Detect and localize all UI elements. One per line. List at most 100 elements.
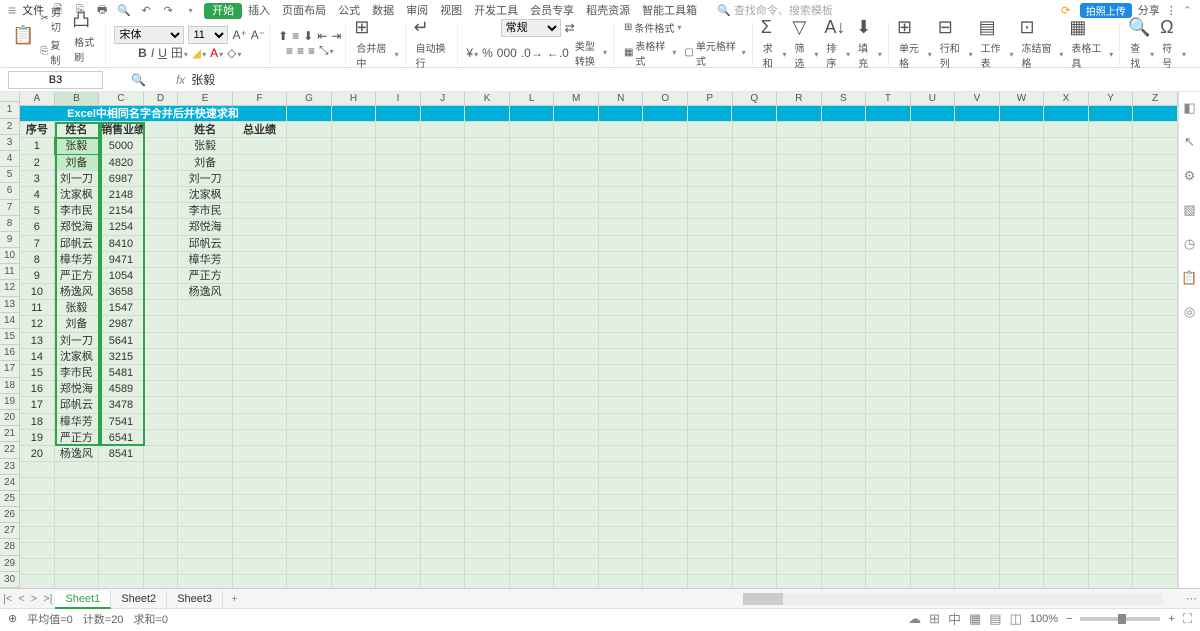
cell[interactable] (376, 478, 421, 494)
cell[interactable] (955, 155, 1000, 171)
cell[interactable] (955, 138, 1000, 154)
cell[interactable] (376, 236, 421, 252)
cell[interactable] (99, 478, 144, 494)
cell[interactable] (554, 365, 599, 381)
cell[interactable] (421, 171, 466, 187)
cell[interactable] (643, 414, 688, 430)
cell[interactable] (822, 284, 867, 300)
cell[interactable] (421, 365, 466, 381)
cell[interactable] (1089, 349, 1134, 365)
cell[interactable] (465, 381, 510, 397)
cell[interactable] (421, 495, 466, 511)
cell[interactable] (777, 236, 822, 252)
cell[interactable] (332, 219, 377, 235)
cell[interactable]: 刘备 (178, 155, 232, 171)
cell[interactable] (955, 446, 1000, 462)
cell[interactable] (554, 252, 599, 268)
cell[interactable] (287, 316, 332, 332)
clock-icon[interactable]: ◷ (1184, 236, 1195, 252)
cell[interactable] (233, 511, 287, 527)
cell[interactable] (421, 381, 466, 397)
cell[interactable] (911, 381, 956, 397)
cell[interactable] (688, 462, 733, 478)
cell[interactable] (599, 397, 644, 413)
cell[interactable] (1000, 106, 1045, 122)
tools-icon[interactable]: ▦ (1069, 17, 1115, 38)
cell[interactable] (421, 106, 466, 122)
cell[interactable] (955, 559, 1000, 575)
cell[interactable] (599, 300, 644, 316)
row-header[interactable]: 11 (0, 264, 19, 280)
align-mid-icon[interactable]: ≡ (292, 29, 299, 43)
row-header[interactable]: 6 (0, 183, 19, 199)
cell[interactable] (233, 495, 287, 511)
cell[interactable] (777, 122, 822, 138)
cell[interactable] (376, 365, 421, 381)
row-header[interactable]: 7 (0, 200, 19, 216)
cell[interactable] (144, 381, 179, 397)
cell[interactable] (1133, 316, 1178, 332)
cell[interactable] (144, 478, 179, 494)
cell[interactable] (510, 349, 555, 365)
menu-tab-8[interactable]: 会员专享 (524, 3, 580, 19)
cell[interactable]: 2154 (99, 203, 144, 219)
cell[interactable] (643, 219, 688, 235)
cell[interactable] (287, 138, 332, 154)
cell[interactable] (1044, 187, 1089, 203)
cell[interactable] (376, 381, 421, 397)
cell[interactable] (421, 252, 466, 268)
cell[interactable] (465, 106, 510, 122)
cell[interactable] (866, 187, 911, 203)
cell[interactable] (911, 511, 956, 527)
cell[interactable] (777, 284, 822, 300)
cell[interactable] (688, 171, 733, 187)
cell[interactable]: Excel中相同名字合并后并快速求和 (20, 106, 287, 122)
cell[interactable] (688, 203, 733, 219)
cell[interactable] (1133, 495, 1178, 511)
cell[interactable] (376, 527, 421, 543)
cell[interactable] (510, 219, 555, 235)
col-header[interactable]: Q (733, 92, 778, 106)
col-header[interactable]: T (866, 92, 911, 106)
row-header[interactable]: 30 (0, 572, 19, 588)
cell[interactable] (510, 300, 555, 316)
cell[interactable] (465, 365, 510, 381)
cell[interactable] (287, 219, 332, 235)
row-header[interactable]: 18 (0, 378, 19, 394)
cell[interactable] (822, 187, 867, 203)
cell[interactable] (733, 138, 778, 154)
wrap-icon[interactable]: ↵ (414, 17, 454, 38)
cell[interactable] (144, 138, 179, 154)
cell[interactable] (178, 511, 232, 527)
cell[interactable] (287, 203, 332, 219)
cell[interactable] (554, 284, 599, 300)
cell[interactable] (866, 171, 911, 187)
cell[interactable] (144, 284, 179, 300)
cell[interactable] (777, 414, 822, 430)
cell[interactable] (376, 495, 421, 511)
cell[interactable] (1089, 300, 1134, 316)
cell[interactable] (1133, 397, 1178, 413)
cell[interactable]: 5000 (99, 138, 144, 154)
cell[interactable] (911, 527, 956, 543)
cell[interactable] (688, 284, 733, 300)
cell[interactable] (1000, 155, 1045, 171)
row-header[interactable]: 24 (0, 475, 19, 491)
cell[interactable] (866, 349, 911, 365)
cell[interactable] (955, 575, 1000, 588)
brush-icon[interactable]: 凸 (72, 6, 101, 32)
cell[interactable] (332, 495, 377, 511)
cell[interactable] (822, 430, 867, 446)
cell[interactable] (822, 446, 867, 462)
cell[interactable] (643, 284, 688, 300)
cell[interactable] (144, 333, 179, 349)
cell[interactable] (332, 365, 377, 381)
cell[interactable] (822, 349, 867, 365)
cell[interactable] (955, 527, 1000, 543)
cell[interactable] (733, 414, 778, 430)
cell[interactable] (376, 300, 421, 316)
cell[interactable] (911, 430, 956, 446)
cell[interactable] (233, 397, 287, 413)
cell[interactable] (99, 527, 144, 543)
cell[interactable] (777, 397, 822, 413)
